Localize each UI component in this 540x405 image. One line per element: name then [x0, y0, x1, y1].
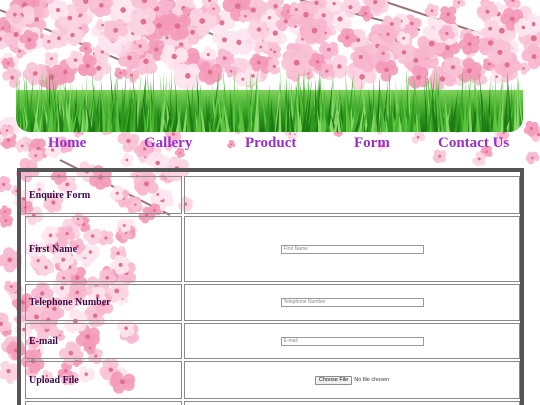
email-label: E-mail	[25, 323, 182, 359]
email-row: E-mail E-mail	[25, 323, 520, 359]
telephone-row: Telephone Number Telephone Number	[25, 284, 520, 321]
main-nav: Home Gallery Product Form Contact Us	[0, 132, 540, 156]
form-title-row: Enquire Form	[25, 176, 520, 214]
first-name-row: First Name First Name	[25, 216, 520, 282]
grass-banner	[16, 62, 523, 132]
form-title: Enquire Form	[25, 176, 182, 214]
enquire-form-table: Enquire Form First Name First Name Telep…	[23, 174, 522, 405]
first-name-label: First Name	[25, 216, 182, 282]
nav-contact-link[interactable]: Contact Us	[438, 135, 509, 152]
enquire-form-container: Enquire Form First Name First Name Telep…	[17, 168, 524, 405]
email-input[interactable]: E-mail	[280, 336, 424, 346]
telephone-input[interactable]: Telephone Number	[280, 298, 424, 308]
telephone-label: Telephone Number	[25, 284, 182, 321]
file-status-text: No file chosen	[354, 377, 390, 384]
next-row	[25, 401, 520, 405]
first-name-input[interactable]: First Name	[280, 244, 424, 254]
nav-product-link[interactable]: Product	[245, 135, 296, 152]
upload-row: Upload File Choose File No file chosen	[25, 361, 520, 399]
upload-label: Upload File	[25, 361, 182, 399]
choose-file-button[interactable]: Choose File	[314, 375, 353, 385]
nav-form-link[interactable]: Form	[354, 135, 390, 152]
nav-gallery-link[interactable]: Gallery	[144, 135, 192, 152]
nav-home-link[interactable]: Home	[48, 135, 86, 152]
